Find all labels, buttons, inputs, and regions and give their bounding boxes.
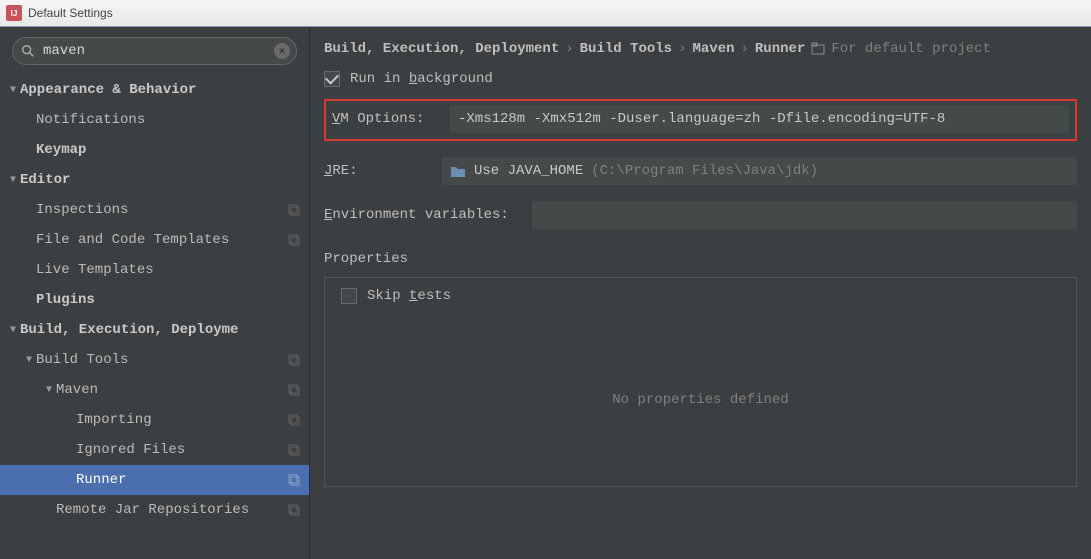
properties-section-title: Properties (324, 251, 1077, 267)
tree-inspections[interactable]: Inspections (0, 195, 309, 225)
vm-options-label: VM Options: (332, 111, 442, 127)
run-in-background-checkbox[interactable] (324, 71, 340, 87)
chevron-right-icon: › (565, 41, 573, 57)
tree-plugins[interactable]: Plugins (0, 285, 309, 315)
tree-remote-jar-repositories[interactable]: Remote Jar Repositories (0, 495, 309, 525)
tree-keymap[interactable]: Keymap (0, 135, 309, 165)
tree-maven[interactable]: ▼ Maven (0, 375, 309, 405)
tree-editor[interactable]: ▼ Editor (0, 165, 309, 195)
env-vars-label: Environment variables: (324, 207, 524, 223)
tree-live-templates[interactable]: Live Templates (0, 255, 309, 285)
tree-file-templates[interactable]: File and Code Templates (0, 225, 309, 255)
tree-importing[interactable]: Importing (0, 405, 309, 435)
chevron-down-icon: ▼ (6, 85, 20, 96)
chevron-down-icon: ▼ (22, 355, 36, 366)
scheme-icon (287, 473, 301, 487)
scheme-icon (287, 383, 301, 397)
settings-search[interactable]: ✕ (12, 37, 297, 65)
clear-search-icon[interactable]: ✕ (274, 43, 290, 59)
tree-build-tools[interactable]: ▼ Build Tools (0, 345, 309, 375)
chevron-down-icon: ▼ (42, 385, 56, 396)
tree-build-execution-deployment[interactable]: ▼ Build, Execution, Deployme (0, 315, 309, 345)
breadcrumb: Build, Execution, Deployment › Build Too… (324, 41, 1077, 57)
chevron-right-icon: › (678, 41, 686, 57)
breadcrumb-segment[interactable]: Maven (692, 41, 734, 57)
folder-icon (450, 164, 466, 178)
vm-options-input[interactable] (450, 105, 1069, 133)
jre-hint: (C:\Program Files\Java\jdk) (591, 163, 818, 179)
tree-appearance-behavior[interactable]: ▼ Appearance & Behavior (0, 75, 309, 105)
settings-content: Build, Execution, Deployment › Build Too… (310, 27, 1091, 559)
skip-tests-checkbox[interactable] (341, 288, 357, 304)
chevron-right-icon: › (741, 41, 749, 57)
breadcrumb-hint: For default project (831, 41, 991, 57)
vm-options-highlight: VM Options: (324, 99, 1077, 141)
properties-empty-text: No properties defined (325, 314, 1076, 486)
window-title: Default Settings (28, 6, 113, 20)
app-icon (6, 5, 22, 21)
properties-panel: Skip tests No properties defined (324, 277, 1077, 487)
jre-value: Use JAVA_HOME (474, 163, 583, 179)
scheme-icon (287, 233, 301, 247)
settings-tree: ▼ Appearance & Behavior Notifications Ke… (0, 71, 309, 529)
breadcrumb-segment[interactable]: Build, Execution, Deployment (324, 41, 559, 57)
jre-label: JRE: (324, 163, 434, 179)
scheme-icon (287, 353, 301, 367)
scheme-icon (287, 413, 301, 427)
settings-sidebar: ✕ ▼ Appearance & Behavior Notifications … (0, 27, 310, 559)
titlebar: Default Settings (0, 0, 1091, 27)
tree-ignored-files[interactable]: Ignored Files (0, 435, 309, 465)
tree-notifications[interactable]: Notifications (0, 105, 309, 135)
chevron-down-icon: ▼ (6, 325, 20, 336)
tree-runner[interactable]: Runner (0, 465, 309, 495)
scheme-icon (287, 503, 301, 517)
search-icon (21, 44, 35, 58)
scheme-icon (287, 203, 301, 217)
search-input[interactable] (43, 43, 268, 59)
skip-tests-label: Skip tests (367, 288, 451, 304)
chevron-down-icon: ▼ (6, 175, 20, 186)
env-vars-input[interactable] (532, 201, 1077, 229)
jre-selector[interactable]: Use JAVA_HOME (C:\Program Files\Java\jdk… (442, 157, 1077, 185)
breadcrumb-current: Runner (755, 41, 805, 57)
scheme-icon (287, 443, 301, 457)
breadcrumb-segment[interactable]: Build Tools (580, 41, 672, 57)
project-icon (811, 42, 825, 56)
run-in-background-label: Run in background (350, 71, 493, 87)
